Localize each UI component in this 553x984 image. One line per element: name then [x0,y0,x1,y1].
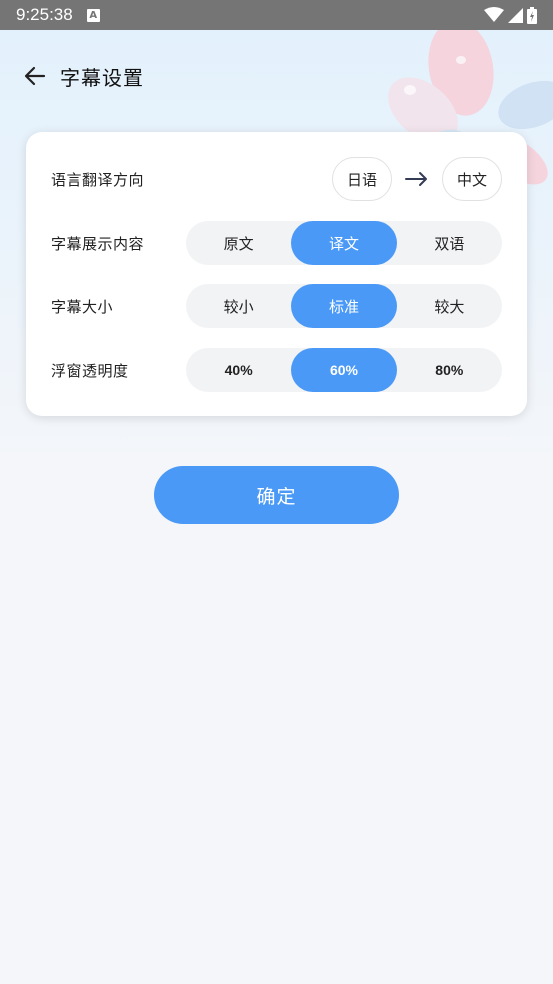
notification-badge: A [86,8,100,22]
option-opacity-80[interactable]: 80% [397,348,502,392]
option-large[interactable]: 较大 [397,284,502,328]
translation-direction-label: 语言翻译方向 [51,170,145,189]
font-size-row: 字幕大小 较小 标准 较大 [26,284,527,328]
source-language-button[interactable]: 日语 [332,157,392,201]
battery-icon [527,6,537,24]
option-opacity-60[interactable]: 60% [291,348,397,392]
confirm-button[interactable]: 确定 [154,466,399,524]
settings-card: 语言翻译方向 日语 中文 字幕展示内容 原文 译文 双语 字幕大小 较小 标准 … [26,132,527,416]
opacity-label: 浮窗透明度 [51,361,129,380]
display-content-label: 字幕展示内容 [51,234,145,253]
option-standard[interactable]: 标准 [291,284,397,328]
option-original[interactable]: 原文 [186,221,291,265]
page-title: 字幕设置 [60,65,144,90]
option-small[interactable]: 较小 [186,284,291,328]
opacity-selector: 40% 60% 80% [186,348,502,392]
opacity-row: 浮窗透明度 40% 60% 80% [26,348,527,392]
page-header: 字幕设置 [0,50,553,102]
back-button[interactable] [22,63,48,89]
arrow-left-icon [24,66,46,86]
status-time: 9:25:38 [16,5,73,24]
display-content-selector: 原文 译文 双语 [186,221,502,265]
display-content-row: 字幕展示内容 原文 译文 双语 [26,221,527,265]
font-size-selector: 较小 标准 较大 [186,284,502,328]
option-bilingual[interactable]: 双语 [397,221,502,265]
translation-direction-row: 语言翻译方向 日语 中文 [26,157,527,201]
status-bar: 9:25:38 A [0,0,553,30]
option-translation[interactable]: 译文 [291,221,397,265]
font-size-label: 字幕大小 [51,297,114,316]
signal-icon [508,7,523,23]
option-opacity-40[interactable]: 40% [186,348,291,392]
status-icons [484,6,537,24]
wifi-icon [484,7,504,23]
target-language-button[interactable]: 中文 [442,157,502,201]
arrow-right-icon [405,172,427,186]
